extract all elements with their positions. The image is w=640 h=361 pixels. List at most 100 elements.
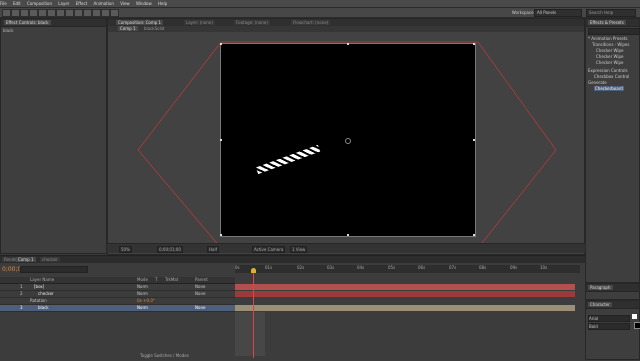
- tab-effects-presets[interactable]: Effects & Presets: [588, 20, 626, 25]
- effect-item-selected[interactable]: Checkerboard: [594, 86, 624, 91]
- property-value[interactable]: 0x +0.0°: [137, 298, 155, 303]
- bbox-handle[interactable]: [220, 139, 222, 141]
- bbox-handle[interactable]: [220, 234, 222, 236]
- time-ruler[interactable]: 0s 01s 02s 03s 04s 05s 06s 07s 08s 09s 1…: [235, 265, 580, 273]
- brush-tool-icon[interactable]: [83, 9, 92, 17]
- tab-character[interactable]: Character: [588, 302, 612, 307]
- pen-tool-icon[interactable]: [65, 9, 74, 17]
- ruler-tick: 02s: [297, 265, 305, 270]
- camera-tool-icon[interactable]: [38, 9, 47, 17]
- text-tool-icon[interactable]: [74, 9, 83, 17]
- bbox-handle[interactable]: [473, 234, 475, 236]
- layer-number: 1: [20, 284, 23, 289]
- col-t[interactable]: T: [155, 277, 157, 282]
- tab-timeline-comp1[interactable]: Comp 1: [16, 257, 36, 262]
- playhead-icon[interactable]: [251, 268, 256, 273]
- views-select[interactable]: 1 View: [290, 246, 308, 253]
- menu-edit[interactable]: Edit: [13, 0, 21, 7]
- layer-name[interactable]: checker: [38, 291, 54, 296]
- timeline-search-input[interactable]: [20, 266, 88, 273]
- menu-animation[interactable]: Animation: [94, 0, 114, 7]
- menu-view[interactable]: View: [120, 0, 130, 7]
- preset-tree-item[interactable]: Checker Wipe: [596, 54, 624, 59]
- layer-duration-bar[interactable]: [235, 305, 575, 311]
- ruler-tick: 01s: [265, 265, 273, 270]
- menu-window[interactable]: Window: [136, 0, 152, 7]
- menu-help[interactable]: Help: [158, 0, 167, 7]
- camera-select[interactable]: Active Camera: [252, 246, 286, 253]
- rotate-tool-icon[interactable]: [29, 9, 38, 17]
- layer-mode[interactable]: Norm: [137, 305, 148, 310]
- bbox-handle[interactable]: [473, 139, 475, 141]
- menu-effect[interactable]: Effect: [76, 0, 88, 7]
- resolution-select[interactable]: Half: [207, 246, 219, 253]
- composition-frame[interactable]: [220, 43, 476, 237]
- search-help-input[interactable]: Search Help: [586, 9, 636, 17]
- font-style-select[interactable]: Bold: [588, 323, 630, 330]
- tab-composition[interactable]: Composition: Comp 1: [116, 20, 164, 25]
- tab-layer[interactable]: Layer: (none): [184, 20, 215, 25]
- puppet-tool-icon[interactable]: [110, 9, 119, 17]
- layer-parent[interactable]: None: [195, 284, 205, 289]
- col-mode[interactable]: Mode: [137, 277, 148, 282]
- tab-effect-controls[interactable]: Effect Controls: black: [4, 20, 51, 25]
- effect-item[interactable]: Checkbox Control: [594, 74, 629, 79]
- layer-parent[interactable]: None: [195, 291, 205, 296]
- checker-stripe-layer[interactable]: [255, 144, 321, 175]
- tab-timeline-checker[interactable]: checker: [40, 257, 60, 262]
- preset-tree-item[interactable]: Transitions - Wipes: [592, 42, 629, 47]
- layer-name[interactable]: black: [38, 305, 49, 310]
- font-family-select[interactable]: Arial: [588, 315, 630, 322]
- col-parent[interactable]: Parent: [195, 277, 208, 282]
- menu-bar: File Edit Composition Layer Effect Anima…: [0, 0, 640, 8]
- menu-file[interactable]: File: [0, 0, 7, 7]
- tab-paragraph[interactable]: Paragraph: [588, 285, 613, 290]
- preset-tree-item[interactable]: Checker Wipe: [596, 48, 624, 53]
- preset-tree-item[interactable]: * Animation Presets: [588, 36, 628, 41]
- layer-row[interactable]: 1 [box] Norm None: [0, 284, 235, 291]
- workspace-select[interactable]: All Panels: [534, 9, 582, 17]
- tab-footage[interactable]: Footage: (none): [234, 20, 270, 25]
- layer-duration-bar[interactable]: [235, 284, 575, 290]
- tab-flowchart[interactable]: Flowchart: (none): [291, 20, 331, 25]
- bbox-handle[interactable]: [220, 43, 222, 45]
- current-time-indicator[interactable]: [253, 266, 254, 358]
- layer-mode[interactable]: Norm: [137, 291, 148, 296]
- stroke-color-swatch[interactable]: [634, 322, 640, 329]
- bbox-handle[interactable]: [347, 43, 349, 45]
- layer-row-selected[interactable]: 3 black Norm None: [0, 305, 235, 312]
- bbox-handle[interactable]: [473, 43, 475, 45]
- effect-category[interactable]: Expression Controls: [588, 68, 628, 73]
- layer-parent[interactable]: None: [195, 305, 205, 310]
- zoom-select[interactable]: 50%: [119, 246, 132, 253]
- clone-tool-icon[interactable]: [92, 9, 101, 17]
- bbox-handle[interactable]: [347, 234, 349, 236]
- composition-panel: Composition: Comp 1 Layer: (none) Footag…: [107, 18, 585, 255]
- layer-row[interactable]: 2 checker Norm None: [0, 291, 235, 298]
- toggle-switches-modes[interactable]: Toggle Switches / Modes: [140, 353, 189, 358]
- pan-behind-tool-icon[interactable]: [47, 9, 56, 17]
- breadcrumb-layer[interactable]: blackSolid: [144, 26, 164, 31]
- breadcrumb-comp[interactable]: Comp 1: [118, 26, 138, 31]
- hand-tool-icon[interactable]: [11, 9, 20, 17]
- effects-search-input[interactable]: [588, 28, 640, 35]
- property-row[interactable]: Rotation 0x +0.0°: [0, 298, 235, 305]
- character-tabbar: Character: [586, 301, 639, 309]
- effect-category[interactable]: Generate: [588, 80, 607, 85]
- tools-panel: Workspace: All Panels Search Help: [0, 8, 640, 18]
- col-layer-name[interactable]: Layer Name: [30, 277, 54, 282]
- col-trkmat[interactable]: TrkMat: [165, 277, 178, 282]
- layer-name[interactable]: [box]: [34, 284, 44, 289]
- anchor-point-icon[interactable]: [345, 138, 351, 144]
- selection-tool-icon[interactable]: [2, 9, 11, 17]
- mask-tool-icon[interactable]: [56, 9, 65, 17]
- eraser-tool-icon[interactable]: [101, 9, 110, 17]
- menu-layer[interactable]: Layer: [58, 0, 69, 7]
- preset-tree-item[interactable]: Checker Wipe: [596, 60, 624, 65]
- menu-composition[interactable]: Composition: [27, 0, 52, 7]
- fill-color-swatch[interactable]: [632, 314, 637, 319]
- layer-duration-bar[interactable]: [235, 291, 575, 297]
- current-time-display[interactable]: 0;00;01;00: [157, 246, 183, 253]
- zoom-tool-icon[interactable]: [20, 9, 29, 17]
- layer-mode[interactable]: Norm: [137, 284, 148, 289]
